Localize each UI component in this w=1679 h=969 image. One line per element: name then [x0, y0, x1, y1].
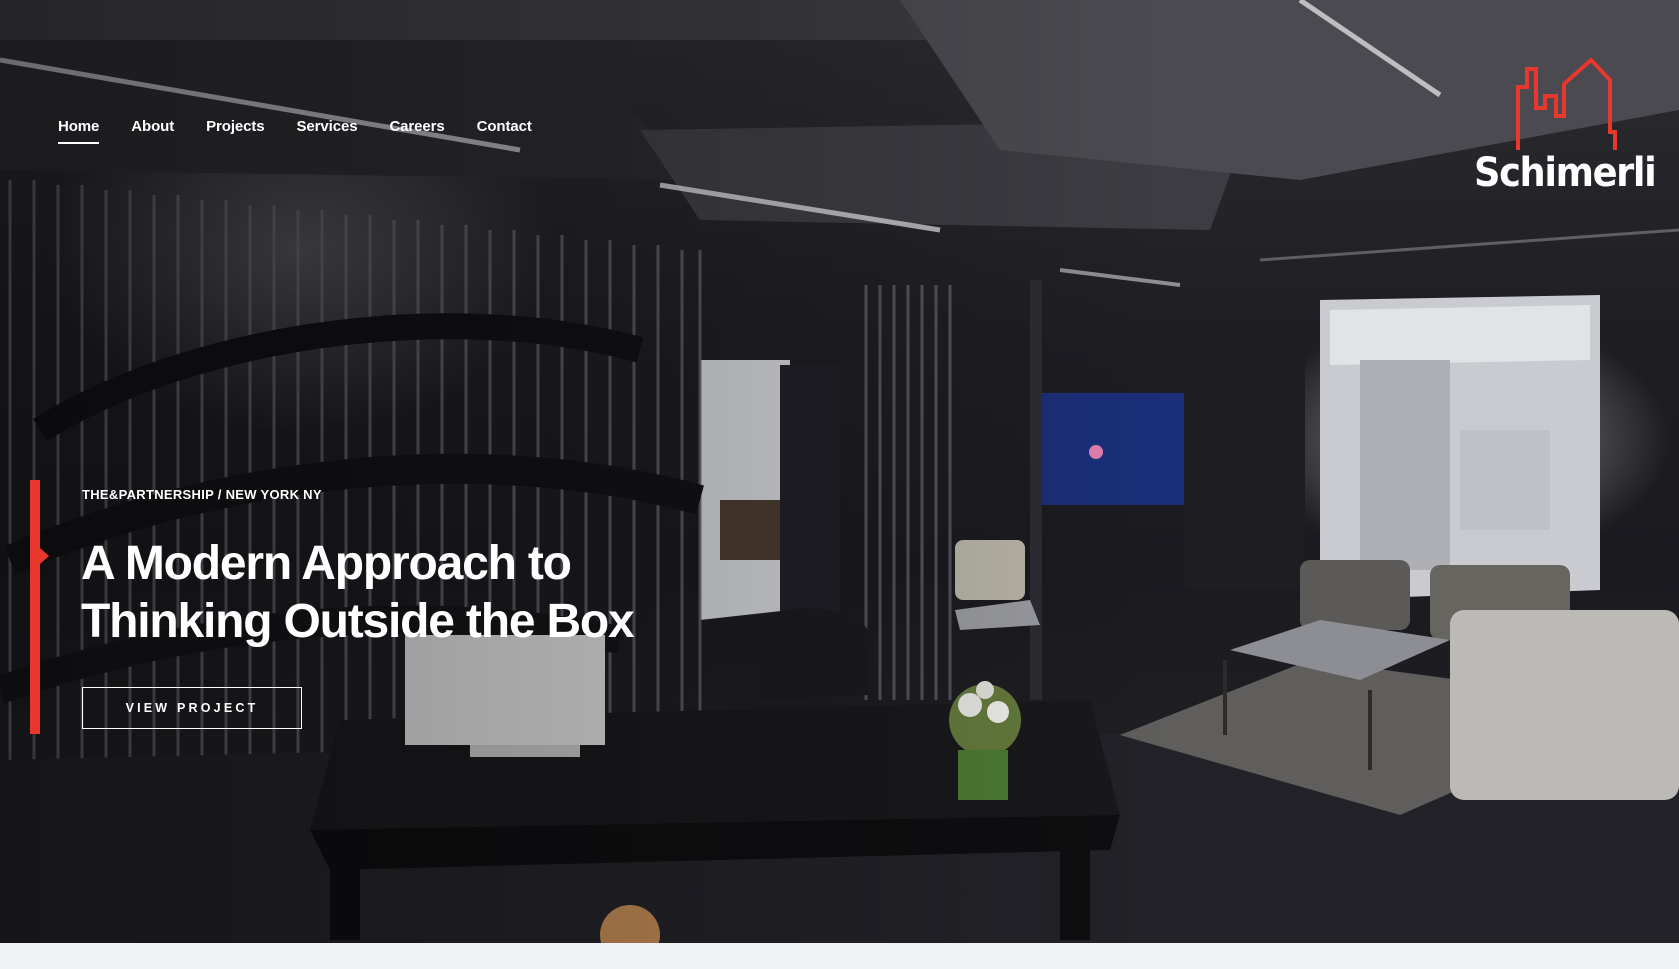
nav-careers[interactable]: Careers: [389, 118, 444, 144]
nav-about[interactable]: About: [131, 118, 174, 144]
slide-accent-bar: [30, 480, 40, 734]
nav-services[interactable]: Services: [297, 118, 358, 144]
skyline-logo-icon: [1516, 57, 1617, 150]
brand-logo[interactable]: Schimerli: [1472, 54, 1662, 204]
view-project-button[interactable]: VIEW PROJECT: [82, 687, 302, 729]
nav-home[interactable]: Home: [58, 118, 100, 144]
slide-indicator: [40, 548, 49, 564]
nav-contact[interactable]: Contact: [477, 118, 532, 144]
brand-name: Schimerli: [1474, 150, 1657, 196]
hero-headline: A Modern Approach to Thinking Outside th…: [81, 537, 635, 648]
hero-eyebrow: THE&PARTNERSHIP / NEW YORK NY: [82, 487, 322, 502]
main-nav: Home About Projects Services Careers Con…: [58, 118, 564, 144]
hero-section: Home About Projects Services Careers Con…: [0, 0, 1679, 943]
nav-projects[interactable]: Projects: [206, 118, 265, 144]
